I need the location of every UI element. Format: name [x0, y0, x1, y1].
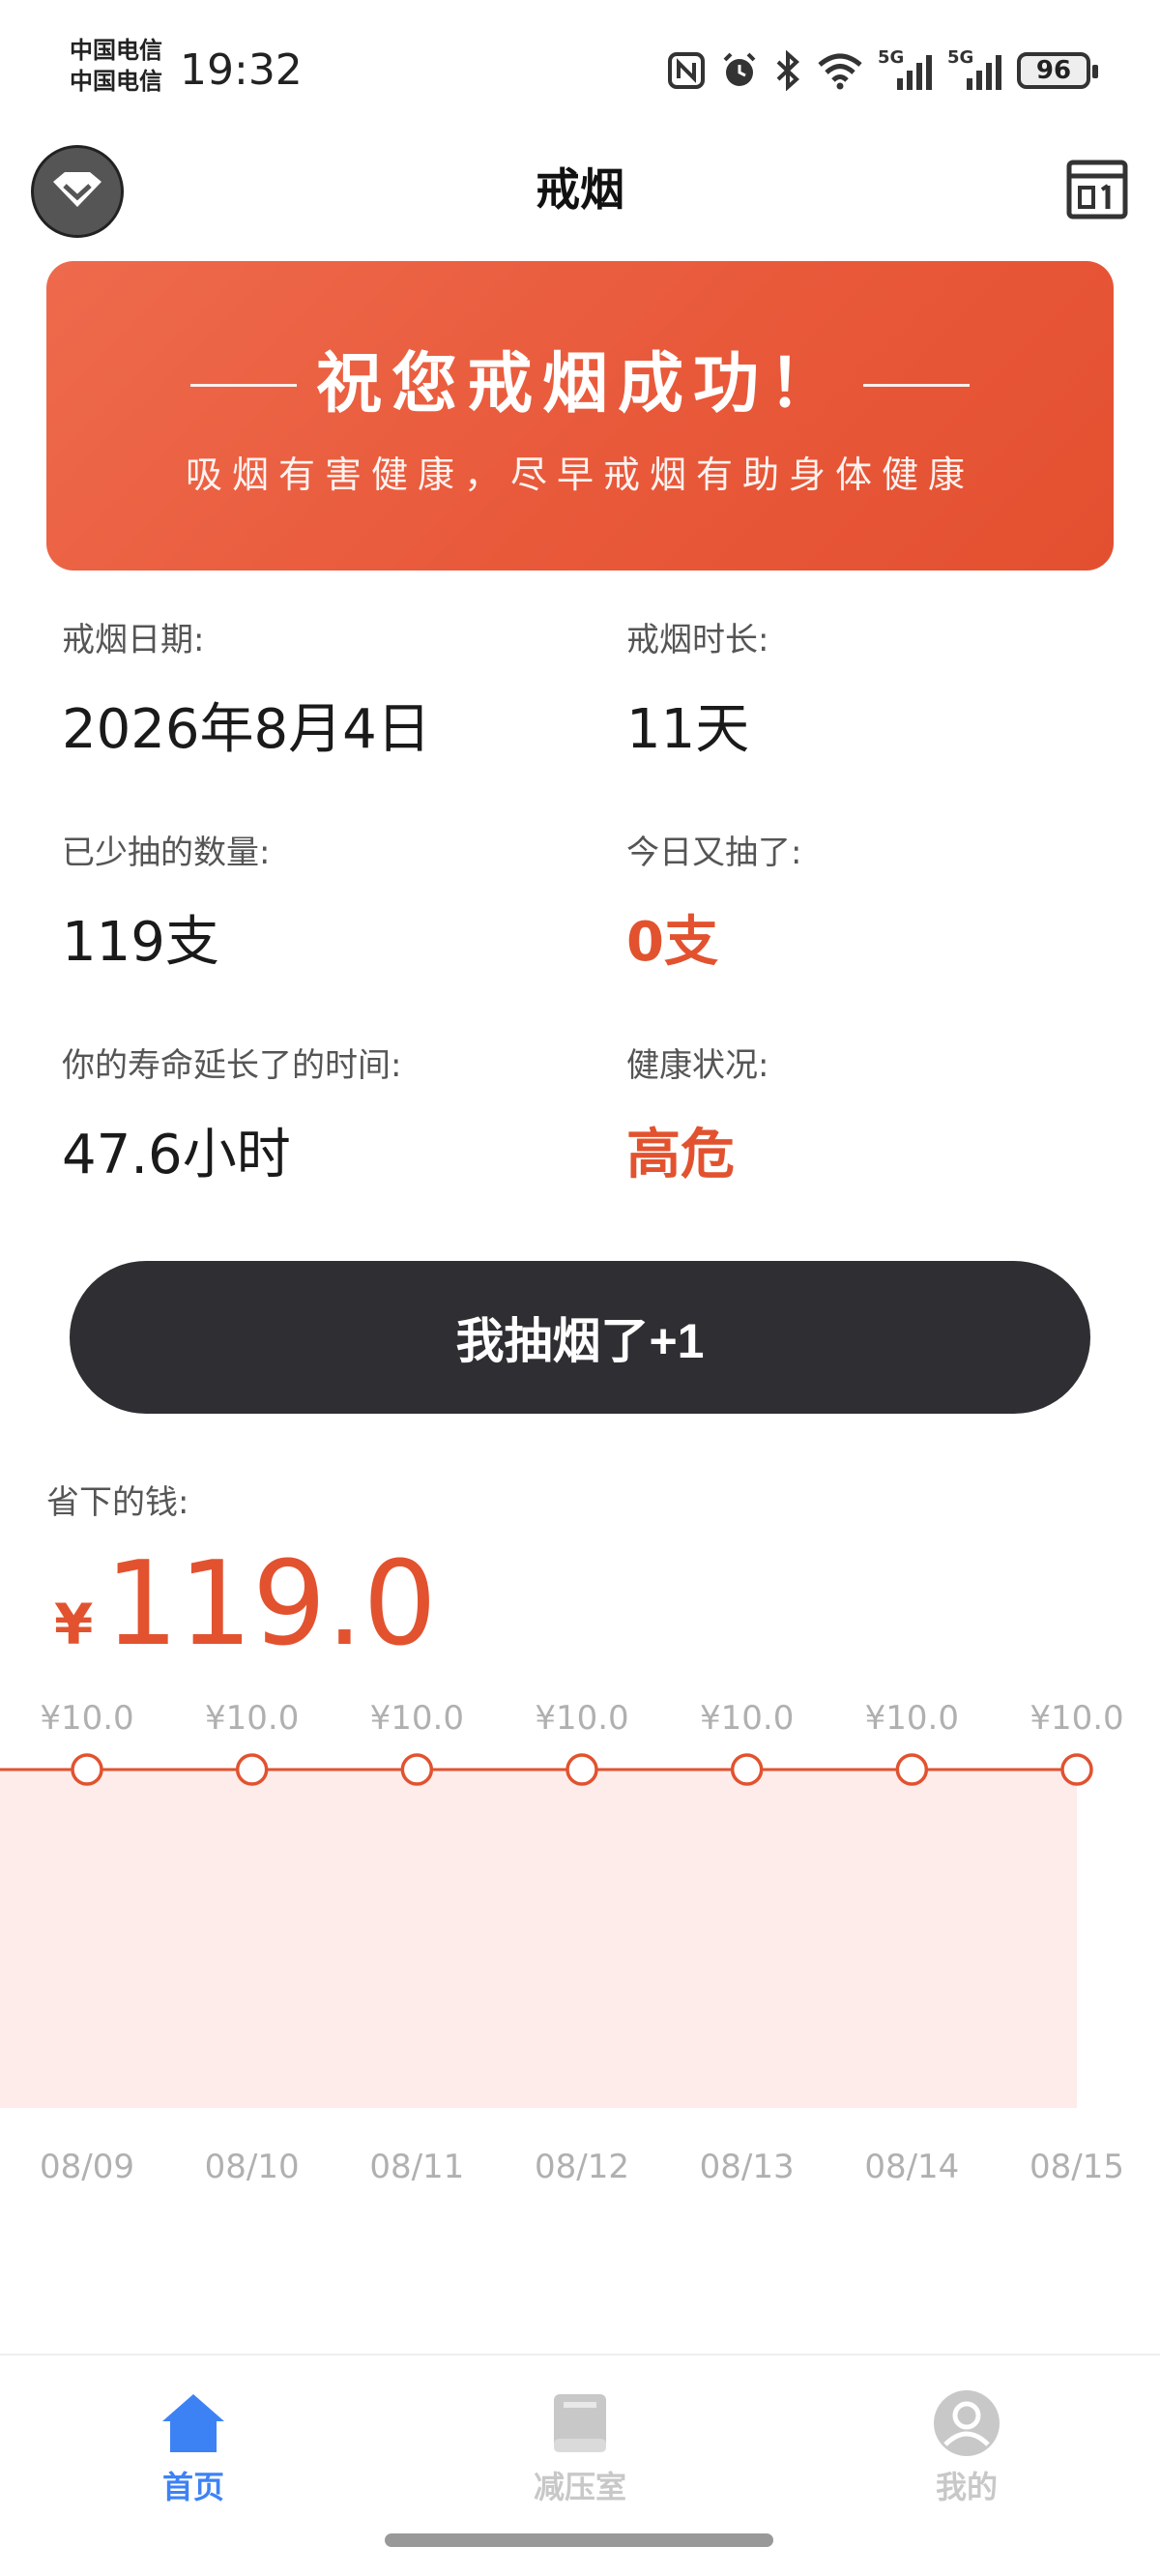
- currency-symbol: ¥: [54, 1592, 94, 1657]
- savings-chart-svg: ¥10.0 08/09 ¥10.0 08/10 ¥10.0 08/11 ¥10.0 08/12…: [0, 1699, 1124, 2185]
- banner-title-row: 祝您戒烟成功！: [46, 346, 1114, 424]
- nav-item-mine[interactable]: 我的: [870, 2385, 1063, 2508]
- stat-health: 健康状况: 高危: [626, 1044, 1148, 1189]
- chart-x-tick-6: 08/14: [864, 2148, 959, 2185]
- chart-x-tick-3: 08/11: [369, 2148, 464, 2185]
- wifi-icon: [816, 49, 864, 92]
- life-value: 47.6小时: [62, 1124, 291, 1186]
- chart-data-label-6: ¥10.0: [865, 1699, 959, 1738]
- chart-data-label-5: ¥10.0: [700, 1699, 794, 1738]
- chart-point-6: [895, 1753, 929, 1786]
- quit-date-label: 戒烟日期:: [62, 621, 205, 659]
- nav-label-relax-room: 减压室: [533, 2469, 626, 2505]
- chart-data-label-3: ¥10.0: [370, 1699, 464, 1738]
- smoked-plus-one-button[interactable]: 我抽烟了+1: [70, 1261, 1090, 1414]
- carrier-2: 中国电信: [70, 68, 162, 95]
- chart-point-2: [235, 1753, 269, 1786]
- chart-x-tick-1: 08/09: [40, 2148, 134, 2185]
- stat-life-extended: 你的寿命延长了的时间: 47.6小时: [62, 1044, 584, 1189]
- chart-area-fill: [0, 1770, 1077, 2108]
- today-value: 0支: [626, 911, 718, 974]
- home-indicator: [385, 2533, 773, 2547]
- home-icon: [97, 2385, 290, 2462]
- chart-point-5: [730, 1753, 764, 1786]
- banner-title: 祝您戒烟成功！: [315, 346, 844, 423]
- banner-subtitle: 吸烟有害健康，尽早戒烟有助身体健康: [185, 454, 974, 496]
- chart-point-1: [71, 1753, 103, 1786]
- alarm-icon: [719, 49, 760, 92]
- savings-value: 119.0: [104, 1537, 437, 1672]
- nav-item-relax-room[interactable]: 减压室: [483, 2385, 677, 2508]
- stat-today: 今日又抽了: 0支: [626, 832, 1148, 977]
- health-label: 健康状况:: [626, 1046, 769, 1085]
- status-bar: 中国电信 中国电信 19:32 5G 5G 96: [0, 0, 1160, 135]
- savings-amount: ¥ 119.0: [54, 1537, 437, 1673]
- chart-data-label-7: ¥10.0: [1030, 1699, 1123, 1738]
- stat-quit-date: 戒烟日期: 2026年8月4日: [62, 619, 584, 764]
- chart-point-4: [566, 1753, 598, 1786]
- carrier-info: 中国电信 中国电信: [70, 35, 162, 97]
- savings-chart: ¥10.0 08/09 ¥10.0 08/10 ¥10.0 08/11 ¥10.0 08/12…: [0, 1683, 1160, 2185]
- banner-line-right: [863, 383, 970, 387]
- chart-x-tick-5: 08/13: [700, 2148, 795, 2185]
- today-label: 今日又抽了:: [626, 834, 802, 872]
- motivation-banner: 祝您戒烟成功！ 吸烟有害健康，尽早戒烟有助身体健康: [46, 261, 1114, 571]
- battery-level: 96: [1035, 56, 1072, 85]
- chart-x-tick-7: 08/15: [1030, 2148, 1124, 2185]
- chart-data-label-2: ¥10.0: [205, 1699, 299, 1738]
- banner-line-left: [189, 383, 297, 387]
- clock: 19:32: [180, 45, 303, 95]
- reduced-label: 已少抽的数量:: [62, 834, 271, 872]
- calendar-icon: [1065, 160, 1129, 224]
- user-avatar-icon: [870, 2385, 1063, 2462]
- savings-label: 省下的钱:: [46, 1483, 189, 1522]
- nav-item-home[interactable]: 首页: [97, 2385, 290, 2508]
- carrier-1: 中国电信: [70, 37, 162, 64]
- bluetooth-icon: [773, 49, 802, 92]
- nfc-icon: [667, 49, 706, 92]
- page-title: 戒烟: [536, 163, 624, 216]
- nav-label-home: 首页: [161, 2469, 224, 2505]
- life-label: 你的寿命延长了的时间:: [62, 1046, 402, 1085]
- health-value: 高危: [626, 1124, 735, 1186]
- battery-icon: 96: [1017, 52, 1098, 89]
- nav-label-mine: 我的: [935, 2469, 998, 2505]
- signal-5g-icon-2: 5G: [947, 47, 1003, 92]
- status-icons: 5G 5G 96: [667, 46, 1098, 95]
- calendar-button[interactable]: [1065, 157, 1129, 220]
- quit-date-value: 2026年8月4日: [62, 698, 431, 761]
- reduced-value: 119支: [62, 911, 219, 974]
- stat-quit-duration: 戒烟时长: 11天: [626, 619, 1148, 764]
- signal-5g-icon: 5G: [878, 47, 934, 92]
- signal-2-label: 5G: [947, 47, 974, 68]
- signal-1-label: 5G: [878, 47, 905, 68]
- app-header: 戒烟: [0, 135, 1160, 251]
- stat-reduced: 已少抽的数量: 119支: [62, 832, 584, 977]
- chart-data-label-1: ¥10.0: [40, 1699, 133, 1738]
- chart-data-label-4: ¥10.0: [535, 1699, 628, 1738]
- chart-point-3: [400, 1753, 434, 1786]
- chart-x-tick-4: 08/12: [535, 2148, 629, 2185]
- chart-point-7: [1060, 1753, 1093, 1786]
- quit-duration-value: 11天: [626, 698, 750, 761]
- quit-duration-label: 戒烟时长:: [626, 621, 769, 659]
- chart-x-tick-2: 08/10: [205, 2148, 300, 2185]
- book-icon: [483, 2385, 677, 2462]
